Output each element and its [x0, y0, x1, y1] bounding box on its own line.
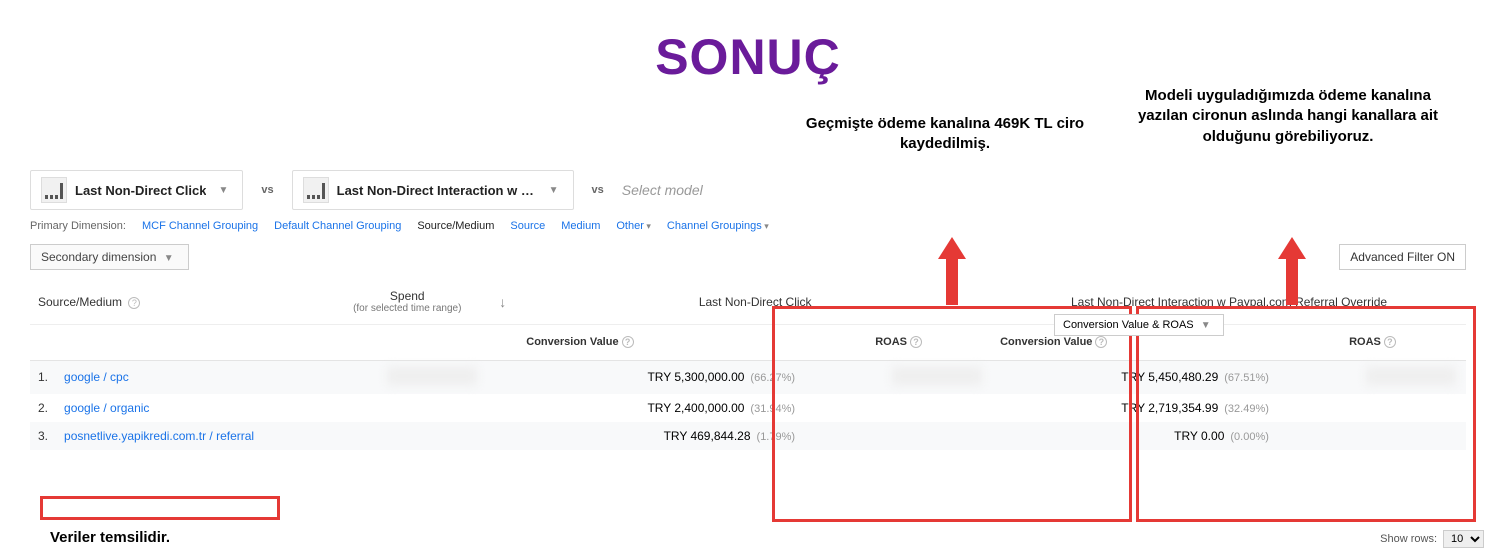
redacted-cell — [1366, 367, 1456, 385]
chevron-down-icon: ▼ — [160, 253, 178, 264]
primary-dimension-label: Primary Dimension: — [30, 220, 126, 232]
vs-label: vs — [257, 184, 277, 196]
table-row: 1. google / cpc TRY 5,300,000.00 (66.27%)… — [30, 360, 1466, 394]
model-3-selector[interactable]: Select model — [622, 182, 703, 198]
chevron-down-icon: ▼ — [1197, 320, 1215, 331]
table-row: 3. posnetlive.yapikredi.com.tr / referra… — [30, 422, 1466, 450]
show-rows-select[interactable]: 10 — [1443, 530, 1484, 548]
source-link[interactable]: google / cpc — [64, 370, 129, 384]
col-cv-1: Conversion Value — [526, 336, 618, 348]
conversion-value-label: Conversion Value & ROAS — [1063, 319, 1194, 331]
redacted-cell — [892, 367, 982, 385]
page-title: SONUÇ — [0, 0, 1496, 86]
col-spend: Spend — [390, 289, 425, 303]
row-index: 3. — [30, 422, 56, 450]
sort-arrow-icon[interactable]: ↓ — [495, 294, 510, 310]
advanced-filter-button[interactable]: Advanced Filter ON — [1339, 244, 1466, 270]
show-rows-control: Show rows: 10 — [1380, 530, 1484, 548]
data-table: Source/Medium ? Spend (for selected time… — [0, 280, 1496, 450]
pct-2: (67.51%) — [1224, 372, 1269, 384]
help-icon[interactable]: ? — [1095, 336, 1107, 348]
bar-chart-icon — [303, 177, 329, 203]
col-spend-sub: (for selected time range) — [335, 303, 479, 314]
help-icon[interactable]: ? — [910, 336, 922, 348]
vs-label: vs — [588, 184, 608, 196]
col-group-2: Last Non-Direct Interaction w Paypal.com… — [1071, 295, 1387, 309]
conversion-value-dropdown[interactable]: Conversion Value & ROAS ▼ — [1054, 314, 1224, 336]
model-2-selector[interactable]: Last Non-Direct Interaction w P... ▼ — [292, 170, 574, 210]
cv-2: TRY 5,450,480.29 — [1121, 370, 1218, 384]
help-icon[interactable]: ? — [1384, 336, 1396, 348]
table-row: 2. google / organic TRY 2,400,000.00 (31.… — [30, 394, 1466, 422]
col-group-1: Last Non-Direct Click — [699, 295, 812, 309]
col-roas-1: ROAS — [875, 336, 907, 348]
annotation-1: Geçmişte ödeme kanalına 469K TL ciro kay… — [790, 114, 1100, 155]
dim-mcf[interactable]: MCF Channel Grouping — [142, 220, 258, 232]
pct-1: (31.94%) — [750, 403, 795, 415]
col-roas-2: ROAS — [1349, 336, 1381, 348]
pct-1: (66.27%) — [750, 372, 795, 384]
annotation-layer: Geçmişte ödeme kanalına 469K TL ciro kay… — [0, 86, 1496, 176]
model-2-label: Last Non-Direct Interaction w P... — [337, 183, 537, 198]
chevron-down-icon: ▼ — [545, 185, 563, 196]
show-rows-label: Show rows: — [1380, 533, 1437, 545]
col-cv-2: Conversion Value — [1000, 336, 1092, 348]
pct-1: (1.79%) — [757, 431, 796, 443]
arrow-up-icon — [1278, 237, 1306, 259]
chevron-down-icon: ▼ — [214, 185, 232, 196]
dim-source-medium[interactable]: Source/Medium — [417, 220, 494, 232]
model-selector-row: Last Non-Direct Click ▼ vs Last Non-Dire… — [0, 170, 1496, 210]
dim-channel-groupings[interactable]: Channel Groupings — [667, 220, 769, 232]
source-link[interactable]: google / organic — [64, 401, 149, 415]
dim-source[interactable]: Source — [510, 220, 545, 232]
secondary-row: Secondary dimension ▼ Advanced Filter ON — [0, 240, 1496, 280]
cv-2: TRY 0.00 — [1174, 429, 1224, 443]
pct-2: (32.49%) — [1224, 403, 1269, 415]
cv-1: TRY 2,400,000.00 — [647, 401, 744, 415]
primary-dimension-row: Primary Dimension: MCF Channel Grouping … — [0, 210, 1496, 240]
row-index: 1. — [30, 360, 56, 394]
dim-default[interactable]: Default Channel Grouping — [274, 220, 401, 232]
dim-other[interactable]: Other — [616, 220, 651, 232]
dim-medium[interactable]: Medium — [561, 220, 600, 232]
cv-1: TRY 5,300,000.00 — [647, 370, 744, 384]
secondary-dimension-label: Secondary dimension — [41, 250, 156, 264]
cv-1: TRY 469,844.28 — [664, 429, 751, 443]
help-icon[interactable]: ? — [128, 297, 140, 309]
pct-2: (0.00%) — [1230, 431, 1269, 443]
cv-2: TRY 2,719,354.99 — [1121, 401, 1218, 415]
row-index: 2. — [30, 394, 56, 422]
model-1-label: Last Non-Direct Click — [75, 183, 206, 198]
arrow-up-icon — [938, 237, 966, 259]
help-icon[interactable]: ? — [622, 336, 634, 348]
secondary-dimension-button[interactable]: Secondary dimension ▼ — [30, 244, 189, 270]
col-source-medium: Source/Medium — [38, 295, 122, 309]
redacted-cell — [387, 367, 477, 385]
bar-chart-icon — [41, 177, 67, 203]
highlight-box — [40, 496, 280, 520]
source-link[interactable]: posnetlive.yapikredi.com.tr / referral — [64, 429, 254, 443]
model-1-selector[interactable]: Last Non-Direct Click ▼ — [30, 170, 243, 210]
annotation-2: Modeli uyguladığımızda ödeme kanalına ya… — [1128, 86, 1448, 147]
footer-note: Veriler temsilidir. — [50, 529, 170, 546]
